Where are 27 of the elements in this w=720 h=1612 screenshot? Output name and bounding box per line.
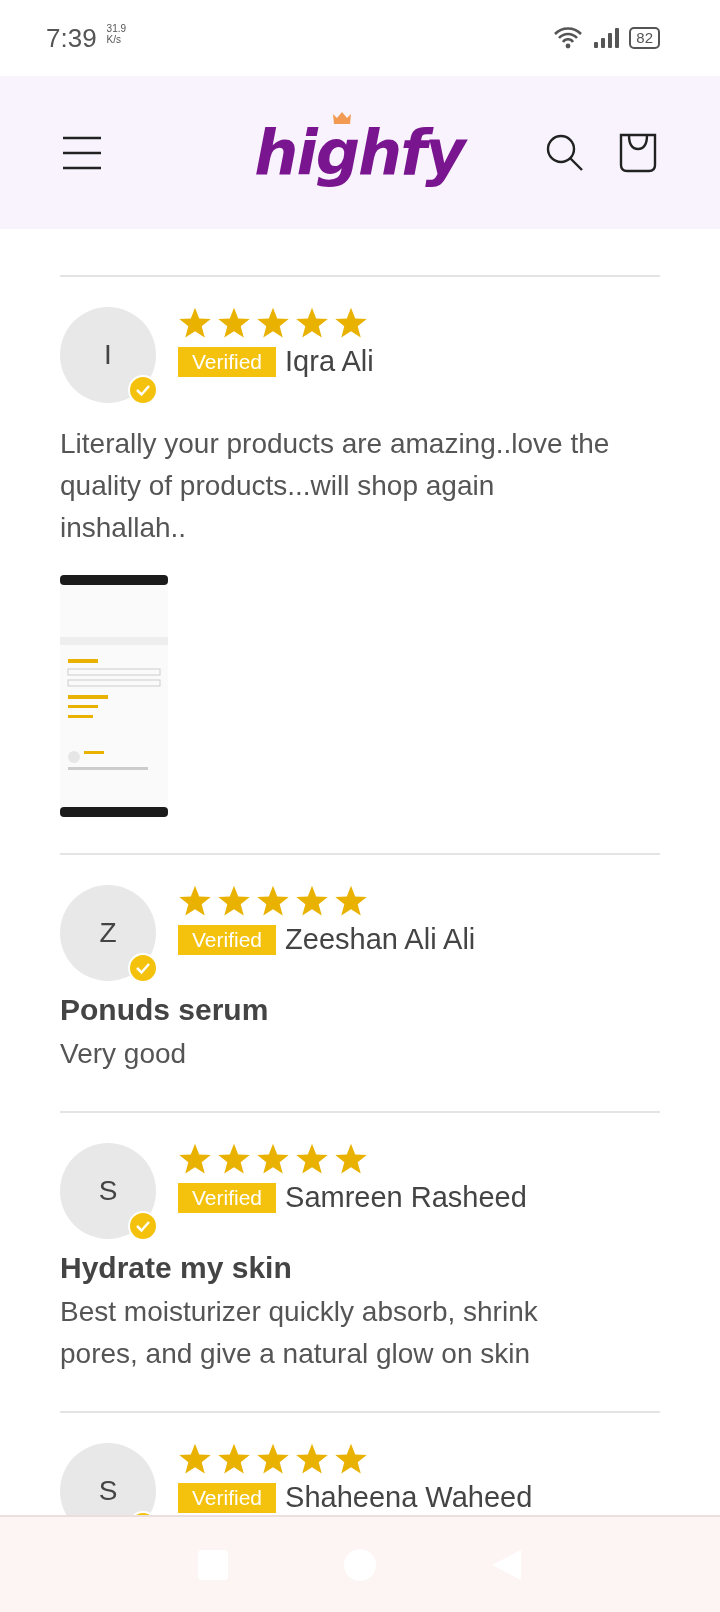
verified-badge: Verified bbox=[178, 924, 277, 955]
avatar-initial: Z bbox=[99, 917, 117, 949]
reviewer-name: Samreen Rasheed bbox=[285, 1181, 527, 1214]
review-title: Hydrate my skin bbox=[60, 1251, 293, 1285]
clock: 7:39 bbox=[46, 22, 97, 54]
crown-icon bbox=[333, 112, 351, 124]
wifi-icon bbox=[553, 26, 584, 50]
search-icon[interactable] bbox=[546, 133, 584, 172]
verified-badge: Verified bbox=[178, 1482, 277, 1513]
reviewer-name: Zeeshan Ali Ali bbox=[285, 923, 476, 956]
verified-badge: Verified bbox=[178, 346, 277, 377]
signal-icon bbox=[593, 27, 620, 49]
reviewer-name: Iqra Ali bbox=[285, 345, 374, 378]
reviewer-name: Shaheena Waheed bbox=[285, 1481, 533, 1514]
battery-indicator: 82 bbox=[629, 27, 660, 49]
menu-icon[interactable] bbox=[62, 135, 102, 170]
review-text: Literally your products are amazing..love the quality of products...will shop again inshallah.. bbox=[60, 427, 611, 545]
verified-badge: Verified bbox=[178, 1182, 277, 1213]
cart-icon[interactable] bbox=[618, 132, 658, 173]
avatar-initial: I bbox=[104, 339, 112, 371]
review-title: Ponuds serum bbox=[60, 993, 270, 1027]
review-text: Very good bbox=[60, 1037, 188, 1071]
avatar-initial: S bbox=[98, 1475, 118, 1507]
speed-unit: K/s bbox=[106, 34, 123, 45]
network-speed: 31.9 bbox=[106, 23, 127, 34]
review-text: Best moisturizer quickly absorb, shrink pores, and give a natural glow on skin bbox=[60, 1295, 539, 1371]
avatar-initial: S bbox=[98, 1175, 118, 1207]
